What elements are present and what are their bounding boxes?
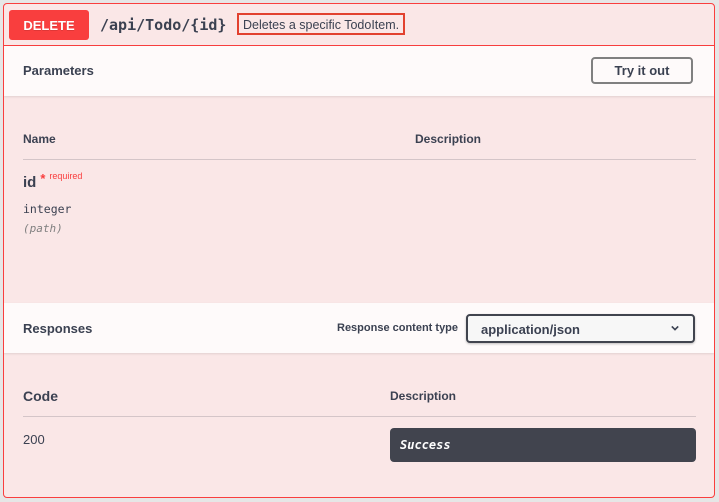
response-code: 200 xyxy=(23,432,45,447)
operation-description: Deletes a specific TodoItem. xyxy=(237,13,406,35)
response-content-type-value: application/json xyxy=(481,322,580,337)
response-description: Success xyxy=(400,438,451,452)
parameter-location: (path) xyxy=(23,222,63,235)
operation-path: /api/Todo/{id} xyxy=(100,16,227,34)
parameters-header: Parameters Try it out xyxy=(4,46,714,96)
parameter-name: id * required xyxy=(23,171,83,191)
required-label: required xyxy=(49,171,83,181)
parameters-divider xyxy=(23,159,696,160)
column-header-name: Name xyxy=(23,132,56,146)
operation-block-delete: DELETE /api/Todo/{id} Deletes a specific… xyxy=(3,3,715,498)
required-star: * xyxy=(40,171,46,186)
responses-title: Responses xyxy=(23,321,93,336)
column-header-response-description: Description xyxy=(390,389,457,403)
responses-divider xyxy=(23,416,696,417)
responses-header: Responses Response content type applicat… xyxy=(4,303,714,353)
try-it-out-button[interactable]: Try it out xyxy=(591,57,693,84)
column-header-description: Description xyxy=(415,132,482,146)
parameters-title: Parameters xyxy=(23,63,94,78)
parameter-name-text: id xyxy=(23,174,37,191)
response-content-type-label: Response content type xyxy=(337,322,459,334)
parameter-type: integer xyxy=(23,202,72,216)
chevron-down-icon xyxy=(671,325,679,331)
http-method-badge[interactable]: DELETE xyxy=(9,10,89,40)
operation-summary[interactable]: DELETE /api/Todo/{id} Deletes a specific… xyxy=(4,4,714,46)
column-header-code: Code xyxy=(23,388,58,404)
response-description-box: Success xyxy=(390,428,696,462)
response-content-type-select[interactable]: application/json xyxy=(466,314,695,343)
